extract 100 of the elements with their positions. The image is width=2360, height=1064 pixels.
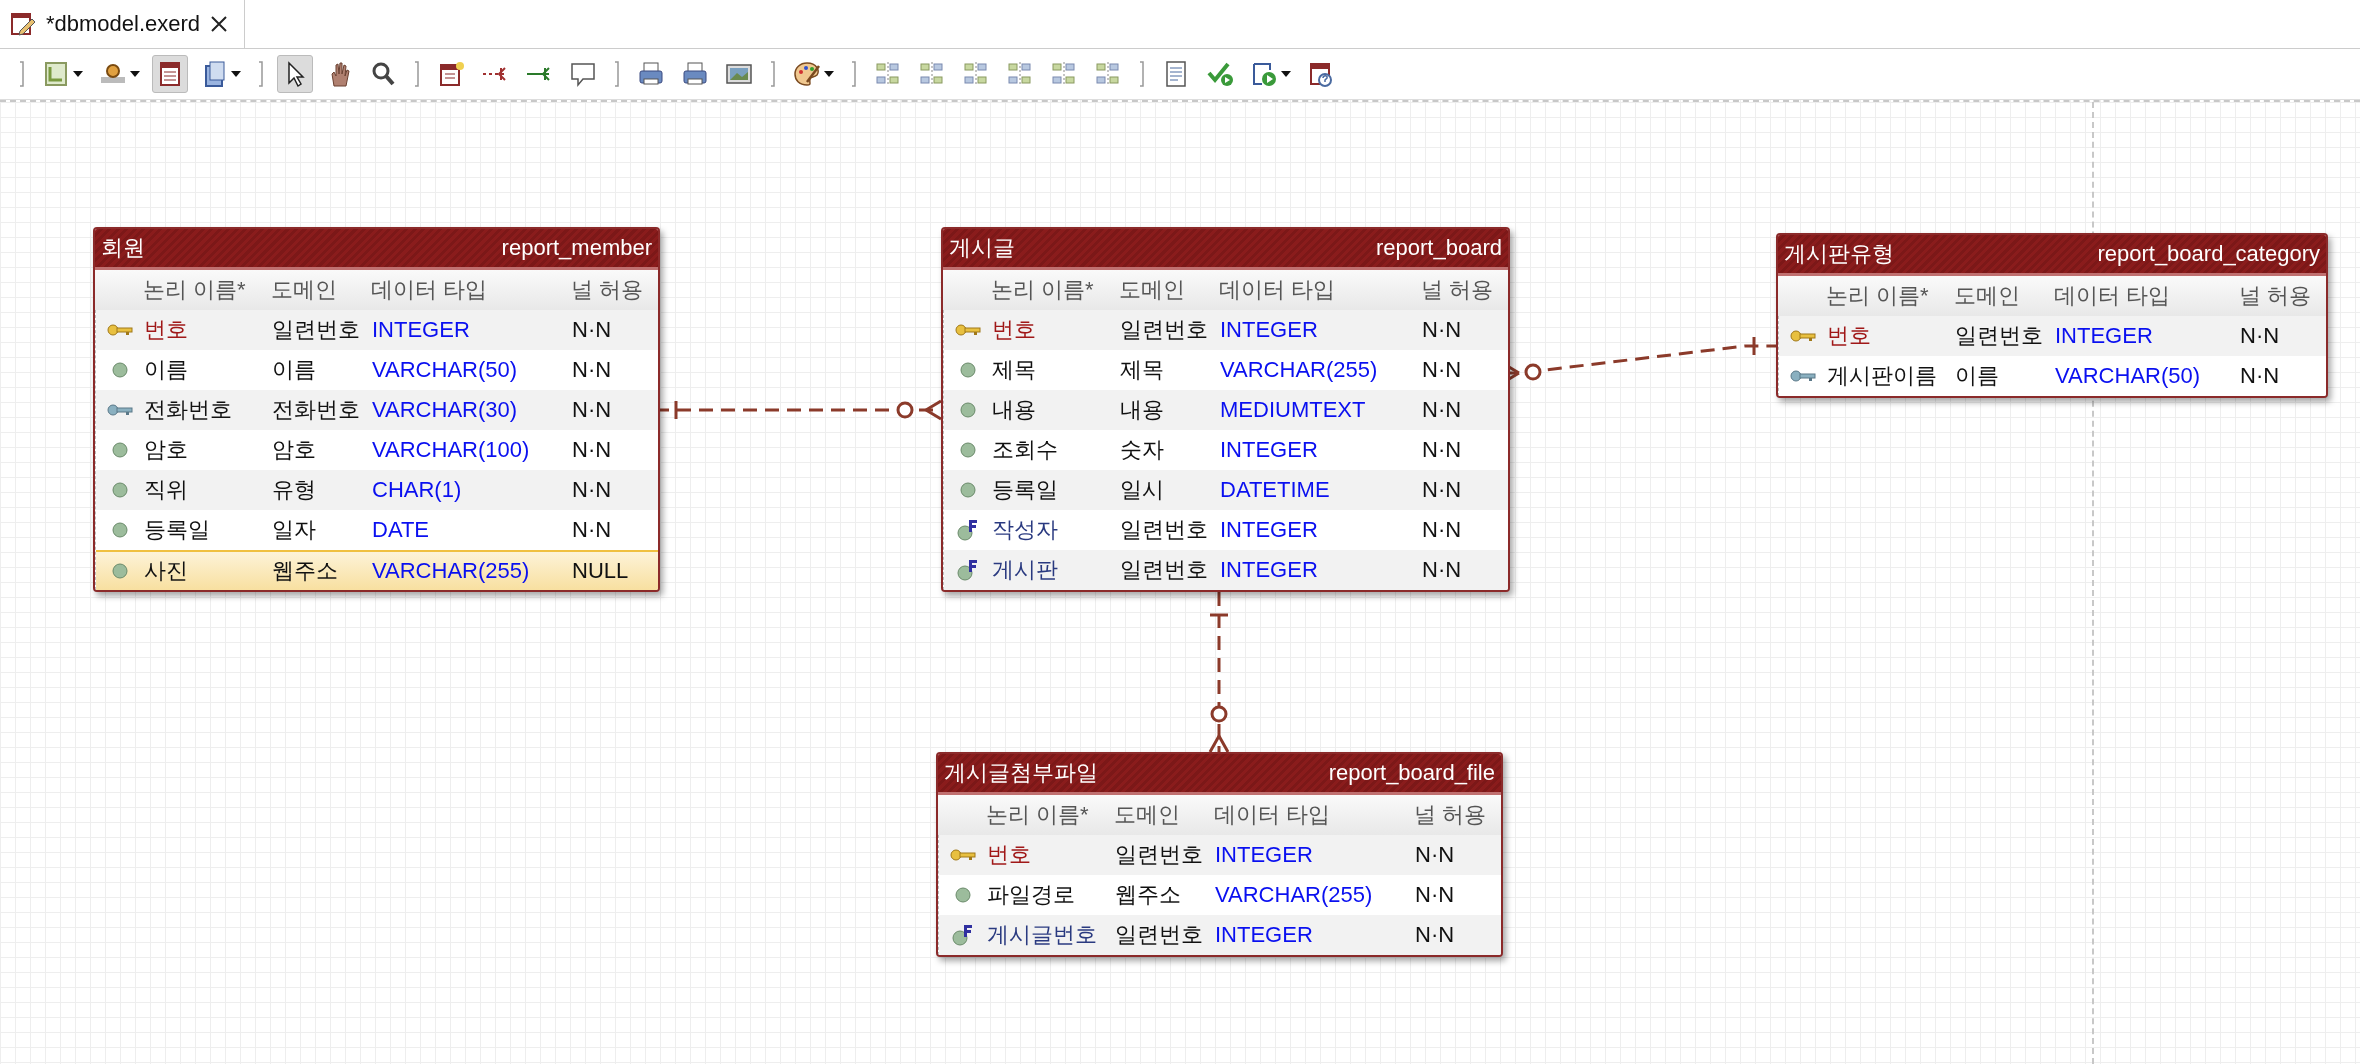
data-type: INTEGER (372, 317, 471, 343)
toolbar-grip[interactable] (850, 59, 858, 89)
attribute-row[interactable]: 등록일 일시 DATETIME N·N (944, 470, 1508, 510)
nullable-value: N·N (1422, 477, 1463, 503)
attribute-row[interactable]: 전화번호 전화번호 VARCHAR(30) N·N (96, 390, 658, 430)
column-heading: 논리 이름* (986, 801, 1090, 829)
attribute-name: 제목 (992, 356, 1037, 384)
physical-table-name: report_member (501, 235, 652, 261)
nullable-value: N·N (1422, 557, 1463, 583)
data-type: VARCHAR(50) (372, 357, 519, 383)
print-settings-icon (637, 60, 665, 88)
domain-name: 웹주소 (1115, 881, 1182, 909)
domain-name: 일련번호 (272, 316, 361, 344)
domain-name: 일련번호 (1115, 841, 1204, 869)
toolbar-grip[interactable] (769, 59, 777, 89)
layout-icon (42, 60, 70, 88)
attribute-name: 번호 (992, 316, 1037, 344)
domain-name: 이름 (272, 356, 317, 384)
entity-table[interactable]: 회원 report_member 논리 이름* 도메인 데이터 타입 널 허용 번호 일련번호 INTEGER N·N 이름 이름 VARCHAR(50) N·N 전화번호 전화번호 VARCHAR(30) N·N 암호 암호 VARCHAR(100) N·N 직위 유형 CHAR(1) N·N 등록일 일자 DATE N·N 사진 웹주소 VARCHAR(255) NULL (93, 227, 660, 592)
attribute-name: 번호 (1827, 322, 1872, 350)
nullable-value: N·N (1415, 922, 1456, 948)
attribute-row[interactable]: 게시판 일련번호 INTEGER N·N (944, 550, 1508, 590)
domain-name: 일자 (272, 516, 317, 544)
foreign-key-icon (957, 559, 979, 581)
domain-name: 내용 (1120, 396, 1165, 424)
print-icon (681, 60, 709, 88)
nullable-value: N·N (1422, 397, 1463, 423)
column-heading: 도메인 (271, 276, 338, 304)
attribute-name: 사진 (144, 557, 189, 585)
domain-name: 일련번호 (1120, 516, 1209, 544)
caret-icon (130, 70, 140, 78)
column-heading: 논리 이름* (1826, 282, 1930, 310)
new-table-icon (437, 60, 465, 88)
physical-table-name: report_board_file (1328, 760, 1495, 786)
logical-table-name: 회원 (101, 234, 145, 262)
nullable-value: N·N (2240, 323, 2281, 349)
domain-name: 웹주소 (272, 557, 339, 585)
attribute-row[interactable]: 사진 웹주소 VARCHAR(255) NULL (96, 550, 658, 590)
close-icon[interactable] (210, 15, 229, 33)
attribute-icon (955, 887, 971, 903)
column-heading: 데이터 타입 (371, 276, 489, 304)
key-icon (1790, 370, 1816, 382)
data-type: VARCHAR(100) (372, 437, 531, 463)
pointer-button[interactable] (277, 55, 313, 93)
comment-icon (569, 60, 597, 88)
data-type: INTEGER (1215, 922, 1314, 948)
caret-icon (231, 70, 241, 78)
nullable-value: N·N (1422, 317, 1463, 343)
attribute-row[interactable]: 번호 일련번호 INTEGER N·N (1779, 316, 2326, 356)
toolbar-grip[interactable] (413, 59, 421, 89)
domain-name: 일련번호 (1115, 921, 1204, 949)
attribute-row[interactable]: 번호 일련번호 INTEGER N·N (96, 310, 658, 350)
toolbar-grip[interactable] (1138, 59, 1146, 89)
data-type: INTEGER (1215, 842, 1314, 868)
domain-name: 숫자 (1120, 436, 1165, 464)
table-button[interactable] (152, 55, 188, 93)
attribute-row[interactable]: 게시판이름 이름 VARCHAR(50) N·N (1779, 356, 2326, 396)
nullable-value: N·N (2240, 363, 2281, 389)
column-heading: 도메인 (1114, 801, 1181, 829)
attribute-name: 번호 (987, 841, 1032, 869)
attribute-name: 번호 (144, 316, 189, 344)
attribute-name: 작성자 (992, 516, 1059, 544)
attribute-name: 파일경로 (987, 881, 1076, 909)
data-type: VARCHAR(255) (1220, 357, 1379, 383)
attribute-name: 전화번호 (144, 396, 233, 424)
data-type: VARCHAR(30) (372, 397, 519, 423)
column-heading: 널 허용 (2239, 282, 2313, 310)
data-type: VARCHAR(50) (2055, 363, 2202, 389)
domain-name: 일련번호 (1120, 556, 1209, 584)
domain-name: 암호 (272, 436, 317, 464)
attribute-name: 직위 (144, 476, 189, 504)
column-heading: 널 허용 (571, 276, 645, 304)
attribute-icon (112, 563, 128, 579)
logical-table-name: 게시판유형 (1784, 240, 1894, 268)
nullable-value: N·N (1422, 517, 1463, 543)
attribute-row[interactable]: 번호 일련번호 INTEGER N·N (944, 310, 1508, 350)
key-icon (950, 849, 976, 861)
attribute-name: 게시글번호 (987, 921, 1098, 949)
toolbar-grip[interactable] (18, 59, 26, 89)
attribute-icon (112, 442, 128, 458)
check-icon (1206, 60, 1234, 88)
domain-name: 일련번호 (1955, 322, 2044, 350)
attribute-row[interactable]: 게시글번호 일련번호 INTEGER N·N (939, 915, 1501, 955)
nullable-value: N·N (1415, 842, 1456, 868)
entity-table[interactable]: 게시글 report_board 논리 이름* 도메인 데이터 타입 널 허용 번호 일련번호 INTEGER N·N 제목 제목 VARCHAR(255) N·N 내용 내용 MEDIUMTEXT N·N 조회수 숫자 INTEGER N·N 등록일 일시 DATETIME N·N 작성자 일련번호 INTEGER N·N 게시판 일련번호 INTEGER N·N (941, 227, 1510, 592)
toolbar-grip[interactable] (257, 59, 265, 89)
attribute-row[interactable]: 직위 유형 CHAR(1) N·N (96, 470, 658, 510)
attribute-row[interactable]: 내용 내용 MEDIUMTEXT N·N (944, 390, 1508, 430)
attribute-row[interactable]: 번호 일련번호 INTEGER N·N (939, 835, 1501, 875)
entity-table[interactable]: 게시판유형 report_board_category 논리 이름* 도메인 데이터 타입 널 허용 번호 일련번호 INTEGER N·N 게시판이름 이름 VARCHAR(50) N·N (1776, 233, 2328, 398)
column-heading: 논리 이름* (143, 276, 247, 304)
domain-name: 제목 (1120, 356, 1165, 384)
toolbar-grip[interactable] (613, 59, 621, 89)
column-heading: 데이터 타입 (1214, 801, 1332, 829)
domain-name: 전화번호 (272, 396, 361, 424)
nullable-value: N·N (572, 357, 613, 383)
nullable-value: NULL (572, 558, 630, 584)
data-type: MEDIUMTEXT (1220, 397, 1367, 423)
edit-document-icon (10, 11, 36, 37)
entity-table[interactable]: 게시글첨부파일 report_board_file 논리 이름* 도메인 데이터 타입 널 허용 번호 일련번호 INTEGER N·N 파일경로 웹주소 VARCHAR(255) N·N 게시글번호 일련번호 INTEGER N·N (936, 752, 1503, 957)
